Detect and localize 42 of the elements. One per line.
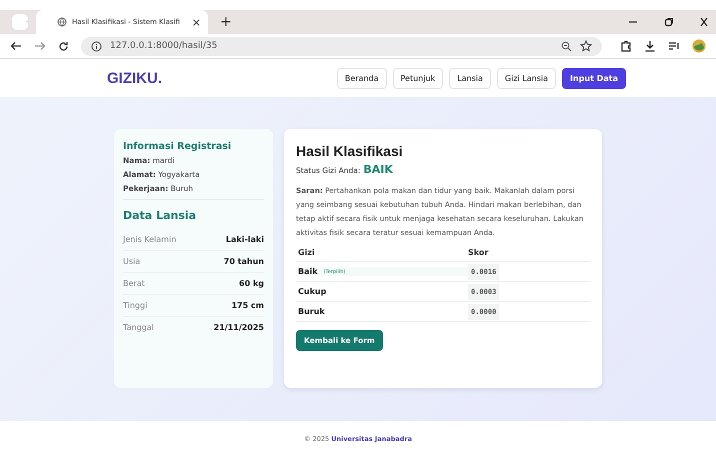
back-icon[interactable]	[10, 41, 22, 51]
field-value: Laki-laki	[226, 235, 264, 244]
info-icon[interactable]	[91, 40, 102, 52]
field-label: Jenis Kelamin	[123, 235, 176, 244]
download-icon[interactable]	[644, 40, 656, 52]
avatar-icon[interactable]	[692, 39, 706, 53]
field-label: Usia	[123, 257, 140, 266]
field-value: 21/11/2025	[214, 323, 264, 332]
nav-link[interactable]: Beranda	[336, 68, 387, 88]
nav-link[interactable]: Petunjuk	[392, 68, 444, 88]
field-value: 175 cm	[231, 301, 264, 310]
section-title: Data Lansia	[123, 209, 198, 222]
result-title: Hasil Klasifikasi	[296, 143, 404, 159]
table-cell: Cukup	[298, 287, 326, 296]
status-value: BAIK	[363, 163, 393, 176]
column-header: Gizi	[297, 248, 316, 257]
new-tab-button[interactable]: +	[220, 14, 232, 30]
field-label: Tinggi	[123, 301, 148, 310]
reload-icon[interactable]	[58, 40, 69, 52]
section-title: Informasi Registrasi	[123, 141, 232, 152]
forward-icon[interactable]	[34, 41, 46, 51]
playlist-icon[interactable]	[668, 40, 680, 52]
table-cell: Baik	[298, 267, 318, 276]
site-logo[interactable]: GIZIKU.	[107, 70, 162, 86]
field-label: Tanggal	[123, 323, 154, 332]
url-text: 127.0.0.1:8000/hasil/35	[110, 41, 218, 51]
restore-icon[interactable]	[664, 17, 674, 27]
field-value: 70 tahun	[224, 257, 264, 266]
zoom-icon[interactable]	[561, 40, 572, 52]
field-label: Berat	[123, 279, 145, 288]
puzzle-icon[interactable]	[620, 40, 632, 52]
close-icon[interactable]	[700, 17, 708, 27]
nav-link[interactable]: Lansia	[449, 68, 491, 88]
field-value: 60 kg	[239, 279, 264, 288]
column-header: Skor	[468, 248, 488, 257]
star-icon[interactable]	[580, 40, 592, 52]
table-cell: Buruk	[298, 307, 325, 316]
close-tab-button[interactable]: ×	[192, 16, 201, 28]
globe-icon	[57, 17, 67, 27]
address-bar[interactable]: 127.0.0.1:8000/hasil/35	[81, 36, 602, 56]
nav-link[interactable]: Input Data	[562, 68, 626, 88]
nav-link[interactable]: Gizi Lansia	[496, 68, 556, 88]
